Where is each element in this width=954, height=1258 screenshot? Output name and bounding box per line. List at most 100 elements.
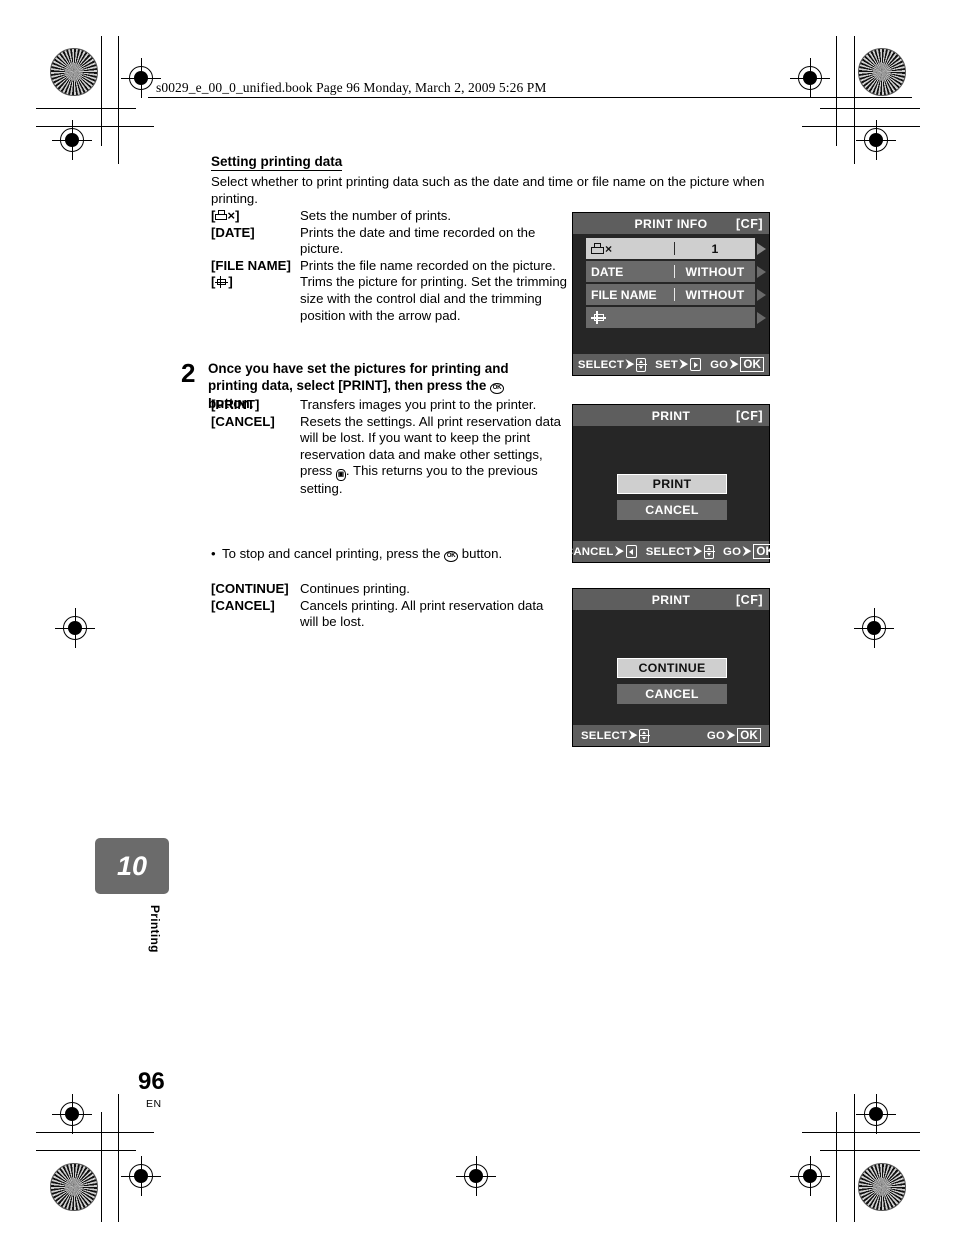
arrow-icon: ⮞ bbox=[625, 358, 635, 370]
print-info-definition-list: [×] Sets the number of prints. [DATE] Pr… bbox=[211, 208, 571, 324]
lcd-footer-bar: CANCEL ⮞ SELECT ⮞ GO ⮞ OK bbox=[565, 541, 778, 562]
arrow-icon: ⮞ bbox=[615, 545, 624, 557]
definition-desc: Prints the date and time recorded on the… bbox=[300, 224, 536, 257]
menu-row-value: 1 bbox=[711, 241, 719, 256]
updown-key-icon bbox=[639, 728, 651, 743]
footer-select-hint: SELECT ⮞ bbox=[578, 357, 648, 372]
footer-select-hint: SELECT ⮞ bbox=[646, 544, 716, 559]
left-key-icon bbox=[625, 545, 637, 558]
lcd-title-text: PRINT bbox=[651, 592, 691, 607]
cancel-option-button[interactable]: CANCEL bbox=[617, 500, 727, 520]
printer-icon bbox=[215, 210, 228, 221]
bullet-note: • To stop and cancel printing, press the… bbox=[211, 546, 551, 563]
menu-row-value: WITHOUT bbox=[685, 264, 745, 279]
updown-key-icon bbox=[704, 544, 716, 559]
menu-button-icon: ▣ bbox=[335, 469, 346, 482]
continue-definition-list: [CONTINUE] Continues printing. [CANCEL] … bbox=[211, 581, 571, 631]
lcd-screen-print-info: PRINT INFO [CF] × 1 DATE WITHOUT FILE NA… bbox=[572, 212, 770, 376]
chevron-right-icon bbox=[757, 288, 766, 301]
card-badge: [CF] bbox=[736, 216, 763, 231]
definition-desc: Cancels printing. All print reservation … bbox=[300, 597, 544, 630]
bullet-marker: • bbox=[211, 546, 216, 561]
printer-icon bbox=[591, 242, 604, 255]
footer-go-hint: GO ⮞ OK bbox=[707, 728, 761, 743]
print-definition-list: [PRINT] Transfers images you print to th… bbox=[211, 397, 571, 498]
ok-key-icon: OK bbox=[753, 544, 778, 559]
ok-key-icon: OK bbox=[737, 728, 761, 743]
cancel-option-button[interactable]: CANCEL bbox=[617, 684, 727, 704]
definition-term: [CANCEL] bbox=[211, 597, 275, 613]
definition-desc: Prints the file name recorded on the pic… bbox=[300, 257, 556, 273]
menu-row-prints[interactable]: × 1 bbox=[586, 238, 766, 259]
chapter-label: Printing bbox=[148, 905, 162, 953]
bullet-note-text: To stop and cancel printing, press the O… bbox=[222, 546, 503, 562]
trim-icon bbox=[591, 311, 606, 324]
right-key-icon bbox=[690, 358, 702, 371]
lcd-body: × 1 DATE WITHOUT FILE NAME WITHOUT bbox=[573, 234, 769, 354]
menu-row-date[interactable]: DATE WITHOUT bbox=[586, 261, 766, 282]
lcd-body: PRINT CANCEL bbox=[573, 426, 769, 541]
menu-row-trim[interactable] bbox=[586, 307, 766, 328]
menu-row-label bbox=[586, 311, 674, 324]
definition-row: [FILE NAME] Prints the file name recorde… bbox=[211, 258, 571, 275]
lcd-title-text: PRINT bbox=[651, 408, 691, 423]
menu-row-value: WITHOUT bbox=[685, 287, 745, 302]
definition-row: [CONTINUE] Continues printing. bbox=[211, 581, 571, 598]
definition-term: [CONTINUE] bbox=[211, 581, 289, 596]
updown-key-icon bbox=[636, 357, 648, 372]
lcd-title-bar: PRINT [CF] bbox=[573, 405, 769, 426]
lcd-title-bar: PRINT [CF] bbox=[573, 589, 769, 610]
page-content: Setting printing data Select whether to … bbox=[0, 0, 954, 1258]
print-option-button[interactable]: PRINT bbox=[617, 474, 727, 494]
menu-row-label: FILE NAME bbox=[591, 287, 657, 302]
step-number: 2 bbox=[181, 358, 196, 388]
footer-cancel-hint: CANCEL ⮞ bbox=[565, 545, 637, 558]
chevron-right-icon bbox=[757, 242, 766, 255]
ok-button-icon: OK bbox=[444, 551, 459, 562]
lcd-title-bar: PRINT INFO [CF] bbox=[573, 213, 769, 234]
definition-desc: Sets the number of prints. bbox=[300, 208, 451, 223]
definition-row: [CANCEL] Resets the settings. All print … bbox=[211, 414, 571, 498]
menu-row-separator bbox=[674, 242, 675, 255]
page-language: EN bbox=[146, 1098, 162, 1110]
lcd-footer-bar: SELECT ⮞ SET ⮞ GO ⮞ OK bbox=[573, 354, 769, 375]
definition-desc: Transfers images you print to the printe… bbox=[300, 397, 537, 412]
arrow-icon: ⮞ bbox=[629, 729, 638, 741]
definition-row: [DATE] Prints the date and time recorded… bbox=[211, 225, 571, 258]
ok-key-icon: OK bbox=[740, 357, 765, 372]
page-number: 96 bbox=[138, 1068, 165, 1095]
footer-select-hint: SELECT ⮞ bbox=[581, 728, 651, 743]
definition-term: [DATE] bbox=[211, 224, 255, 240]
definition-desc: Resets the settings. All print reservati… bbox=[300, 413, 561, 497]
continue-option-button[interactable]: CONTINUE bbox=[617, 658, 727, 678]
chevron-right-icon bbox=[757, 265, 766, 278]
arrow-icon: ⮞ bbox=[730, 358, 739, 370]
definition-term: [PRINT] bbox=[211, 397, 260, 412]
menu-row-file-name[interactable]: FILE NAME WITHOUT bbox=[586, 284, 766, 305]
section-intro: Select whether to print printing data su… bbox=[211, 174, 765, 206]
definition-term: [] bbox=[211, 274, 233, 290]
arrow-icon: ⮞ bbox=[679, 358, 689, 370]
section-title: Setting printing data bbox=[211, 154, 343, 171]
trim-icon bbox=[215, 276, 229, 289]
definition-row: [CANCEL] Cancels printing. All print res… bbox=[211, 598, 571, 631]
lcd-title-text: PRINT INFO bbox=[634, 216, 708, 231]
arrow-icon: ⮞ bbox=[743, 545, 752, 557]
menu-row-label: DATE bbox=[591, 264, 624, 279]
menu-list: × 1 DATE WITHOUT FILE NAME WITHOUT bbox=[573, 234, 769, 328]
definition-desc: Continues printing. bbox=[300, 581, 410, 596]
definition-term: [FILE NAME] bbox=[211, 257, 291, 273]
arrow-icon: ⮞ bbox=[693, 545, 703, 557]
footer-go-hint: GO ⮞ OK bbox=[710, 357, 765, 372]
arrow-icon: ⮞ bbox=[727, 729, 736, 741]
definition-row: [] Trims the picture for printing. Set t… bbox=[211, 274, 571, 324]
footer-go-hint: GO ⮞ OK bbox=[723, 544, 778, 559]
menu-row-separator bbox=[674, 288, 675, 301]
chevron-right-icon bbox=[757, 311, 766, 324]
card-badge: [CF] bbox=[736, 408, 763, 423]
lcd-screen-print: PRINT [CF] PRINT CANCEL CANCEL ⮞ SELECT ⮞ … bbox=[565, 404, 778, 563]
ok-button-icon: OK bbox=[490, 383, 504, 395]
definition-term: [CANCEL] bbox=[211, 413, 275, 429]
menu-row-label: × bbox=[586, 242, 674, 256]
lcd-screen-continue: PRINT [CF] CONTINUE CANCEL SELECT ⮞ GO ⮞ OK bbox=[572, 588, 770, 747]
